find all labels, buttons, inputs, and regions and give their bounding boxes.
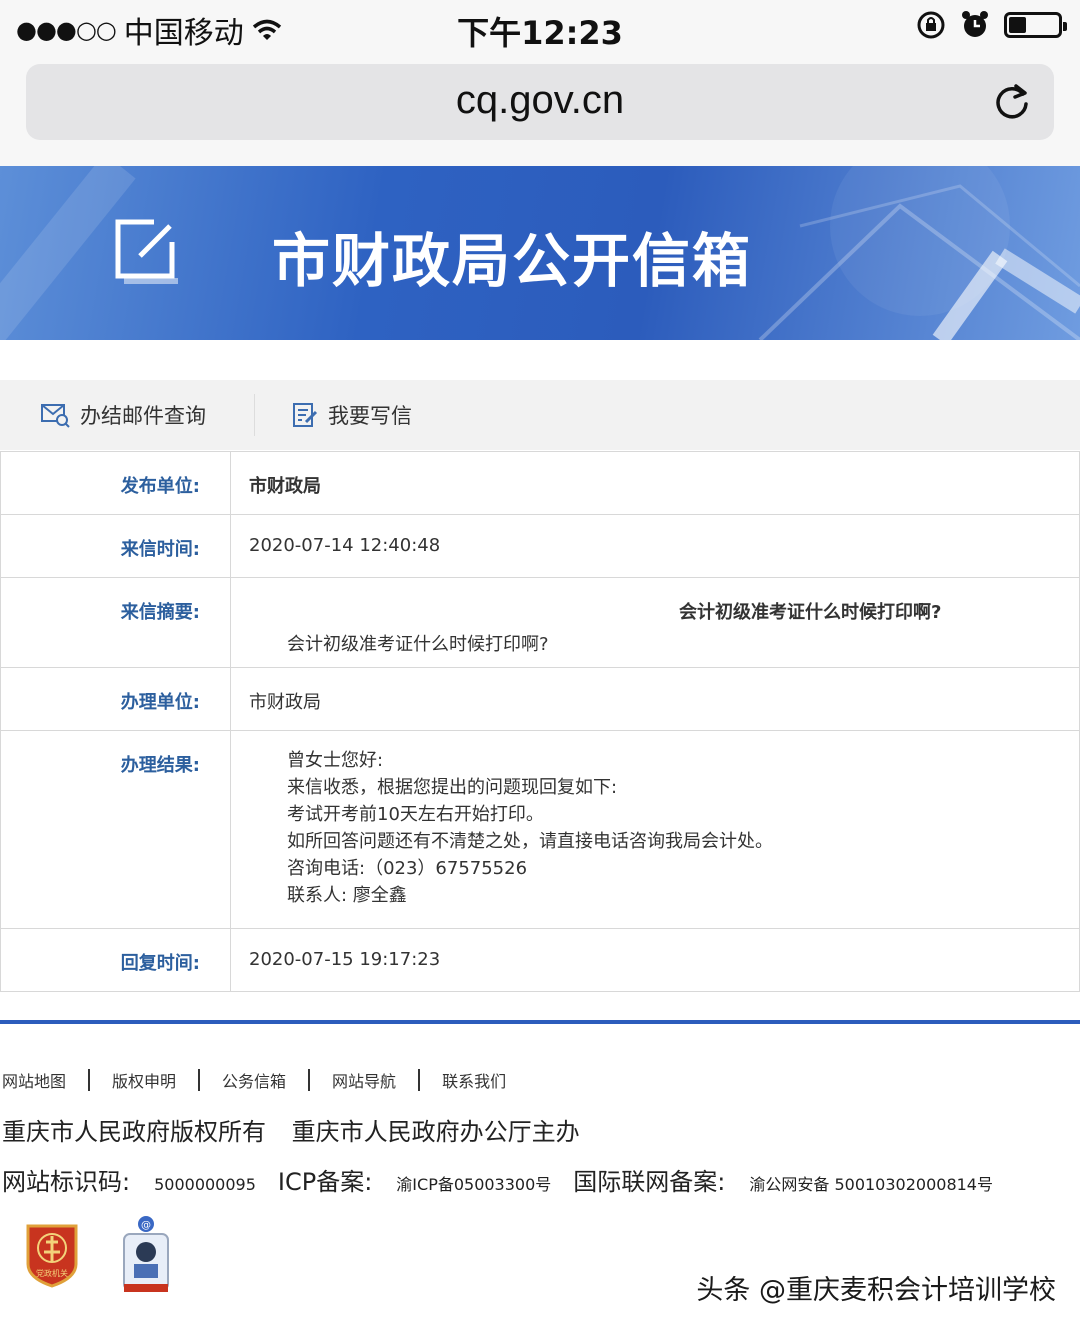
footer-copyright: 重庆市人民政府版权所有 重庆市人民政府办公厅主办 — [2, 1112, 598, 1147]
tab-write-letter[interactable]: 我要写信 — [292, 380, 412, 450]
table-row: 来信时间: 2020-07-14 12:40:48 — [0, 514, 1080, 578]
address-bar[interactable]: cq.gov.cn — [26, 64, 1054, 140]
tab-bar: 办结邮件查询 我要写信 — [0, 380, 1080, 450]
alarm-icon — [962, 11, 988, 37]
footer-link-contact-us[interactable]: 联系我们 — [420, 1068, 528, 1092]
battery-level — [1009, 17, 1026, 33]
summary-body: 会计初级准考证什么时候打印啊? — [287, 634, 549, 655]
tab-divider — [254, 394, 255, 436]
icp-label: ICP备案: — [277, 1168, 373, 1196]
result-line: 曾女士您好: — [287, 750, 384, 771]
table-row: 回复时间: 2020-07-15 19:17:23 — [0, 928, 1080, 992]
summary-cell: 会计初级准考证什么时候打印啊? 会计初级准考证什么时候打印啊? — [230, 577, 1080, 668]
received-time-label: 来信时间: — [0, 514, 231, 578]
browser-toolbar: cq.gov.cn — [0, 56, 1080, 166]
rotation-lock-icon — [917, 11, 945, 39]
handler-value: 市财政局 — [230, 667, 1080, 731]
result-label: 办理结果: — [0, 730, 231, 929]
result-line: 咨询电话:（023）67575526 — [287, 858, 528, 879]
reload-icon[interactable] — [992, 82, 1032, 122]
svg-text:@: @ — [141, 1220, 151, 1231]
police-record-badge-icon[interactable]: @ — [118, 1214, 174, 1296]
tab-label: 办结邮件查询 — [80, 404, 206, 428]
reply-time-label: 回复时间: — [0, 928, 231, 992]
watermark-text: 头条 @重庆麦积会计培训学校 — [696, 1275, 1056, 1306]
letter-detail-table: 发布单位: 市财政局 来信时间: 2020-07-14 12:40:48 来信摘… — [0, 451, 1080, 992]
site-id-label: 网站标识码: — [2, 1168, 131, 1196]
summary-title: 会计初级准考证什么时候打印啊? — [679, 602, 942, 623]
net-record-label: 国际联网备案: — [573, 1168, 726, 1196]
table-row: 办理结果: 曾女士您好: 来信收悉，根据您提出的问题现回复如下: 考试开考前10… — [0, 730, 1080, 929]
net-record-value[interactable]: 渝公网安备 50010302000814号 — [749, 1171, 993, 1195]
footer-divider — [0, 1020, 1080, 1024]
party-government-badge-icon[interactable]: 党政机关 — [24, 1222, 80, 1288]
result-line: 如所回答问题还有不清楚之处，请直接电话咨询我局会计处。 — [287, 831, 773, 852]
tab-label: 我要写信 — [328, 404, 412, 428]
footer-link-site-navigation[interactable]: 网站导航 — [310, 1068, 418, 1092]
battery-icon — [1004, 12, 1067, 38]
write-letter-icon — [293, 403, 318, 427]
handler-label: 办理单位: — [0, 667, 231, 731]
tab-completed-mail-query[interactable]: 办结邮件查询 — [40, 380, 206, 450]
url-text[interactable]: cq.gov.cn — [26, 78, 1054, 123]
reply-time-value: 2020-07-15 19:17:23 — [230, 928, 1080, 992]
copyright-text: 重庆市人民政府版权所有 — [2, 1118, 266, 1146]
edit-icon — [115, 219, 178, 284]
page-title: 市财政局公开信箱 — [272, 227, 753, 295]
status-icons — [916, 10, 1067, 40]
footer-link-copyright[interactable]: 版权申明 — [90, 1068, 198, 1092]
result-line: 联系人: 廖全鑫 — [287, 885, 407, 906]
footer-links: 网站地图 版权申明 公务信箱 网站导航 联系我们 — [0, 1068, 528, 1092]
summary-label: 来信摘要: — [0, 577, 231, 668]
result-line: 来信收悉，根据您提出的问题现回复如下: — [287, 777, 618, 798]
footer-link-official-mailbox[interactable]: 公务信箱 — [200, 1068, 308, 1092]
received-time-value: 2020-07-14 12:40:48 — [230, 514, 1080, 578]
result-line: 考试开考前10天左右开始打印。 — [287, 804, 544, 825]
mail-search-icon — [41, 404, 70, 428]
footer-link-sitemap[interactable]: 网站地图 — [0, 1068, 88, 1092]
status-bar: ●●●○○ 中国移动 下午12:23 — [0, 0, 1080, 56]
host-text: 重庆市人民政府办公厅主办 — [291, 1118, 580, 1146]
table-row: 发布单位: 市财政局 — [0, 451, 1080, 515]
mailbox-banner: 市财政局公开信箱 — [0, 166, 1080, 340]
svg-text:党政机关: 党政机关 — [36, 1268, 68, 1278]
table-row: 来信摘要: 会计初级准考证什么时候打印啊? 会计初级准考证什么时候打印啊? — [0, 577, 1080, 668]
table-row: 办理单位: 市财政局 — [0, 667, 1080, 731]
publisher-value: 市财政局 — [230, 451, 1080, 515]
site-id-value: 5000000095 — [154, 1175, 256, 1194]
result-cell: 曾女士您好: 来信收悉，根据您提出的问题现回复如下: 考试开考前10天左右开始打… — [230, 730, 1080, 929]
publisher-label: 发布单位: — [0, 451, 231, 515]
footer-registration: 网站标识码: 5000000095 ICP备案: 渝ICP备05003300号 … — [2, 1162, 1015, 1197]
icp-value[interactable]: 渝ICP备05003300号 — [396, 1171, 551, 1195]
